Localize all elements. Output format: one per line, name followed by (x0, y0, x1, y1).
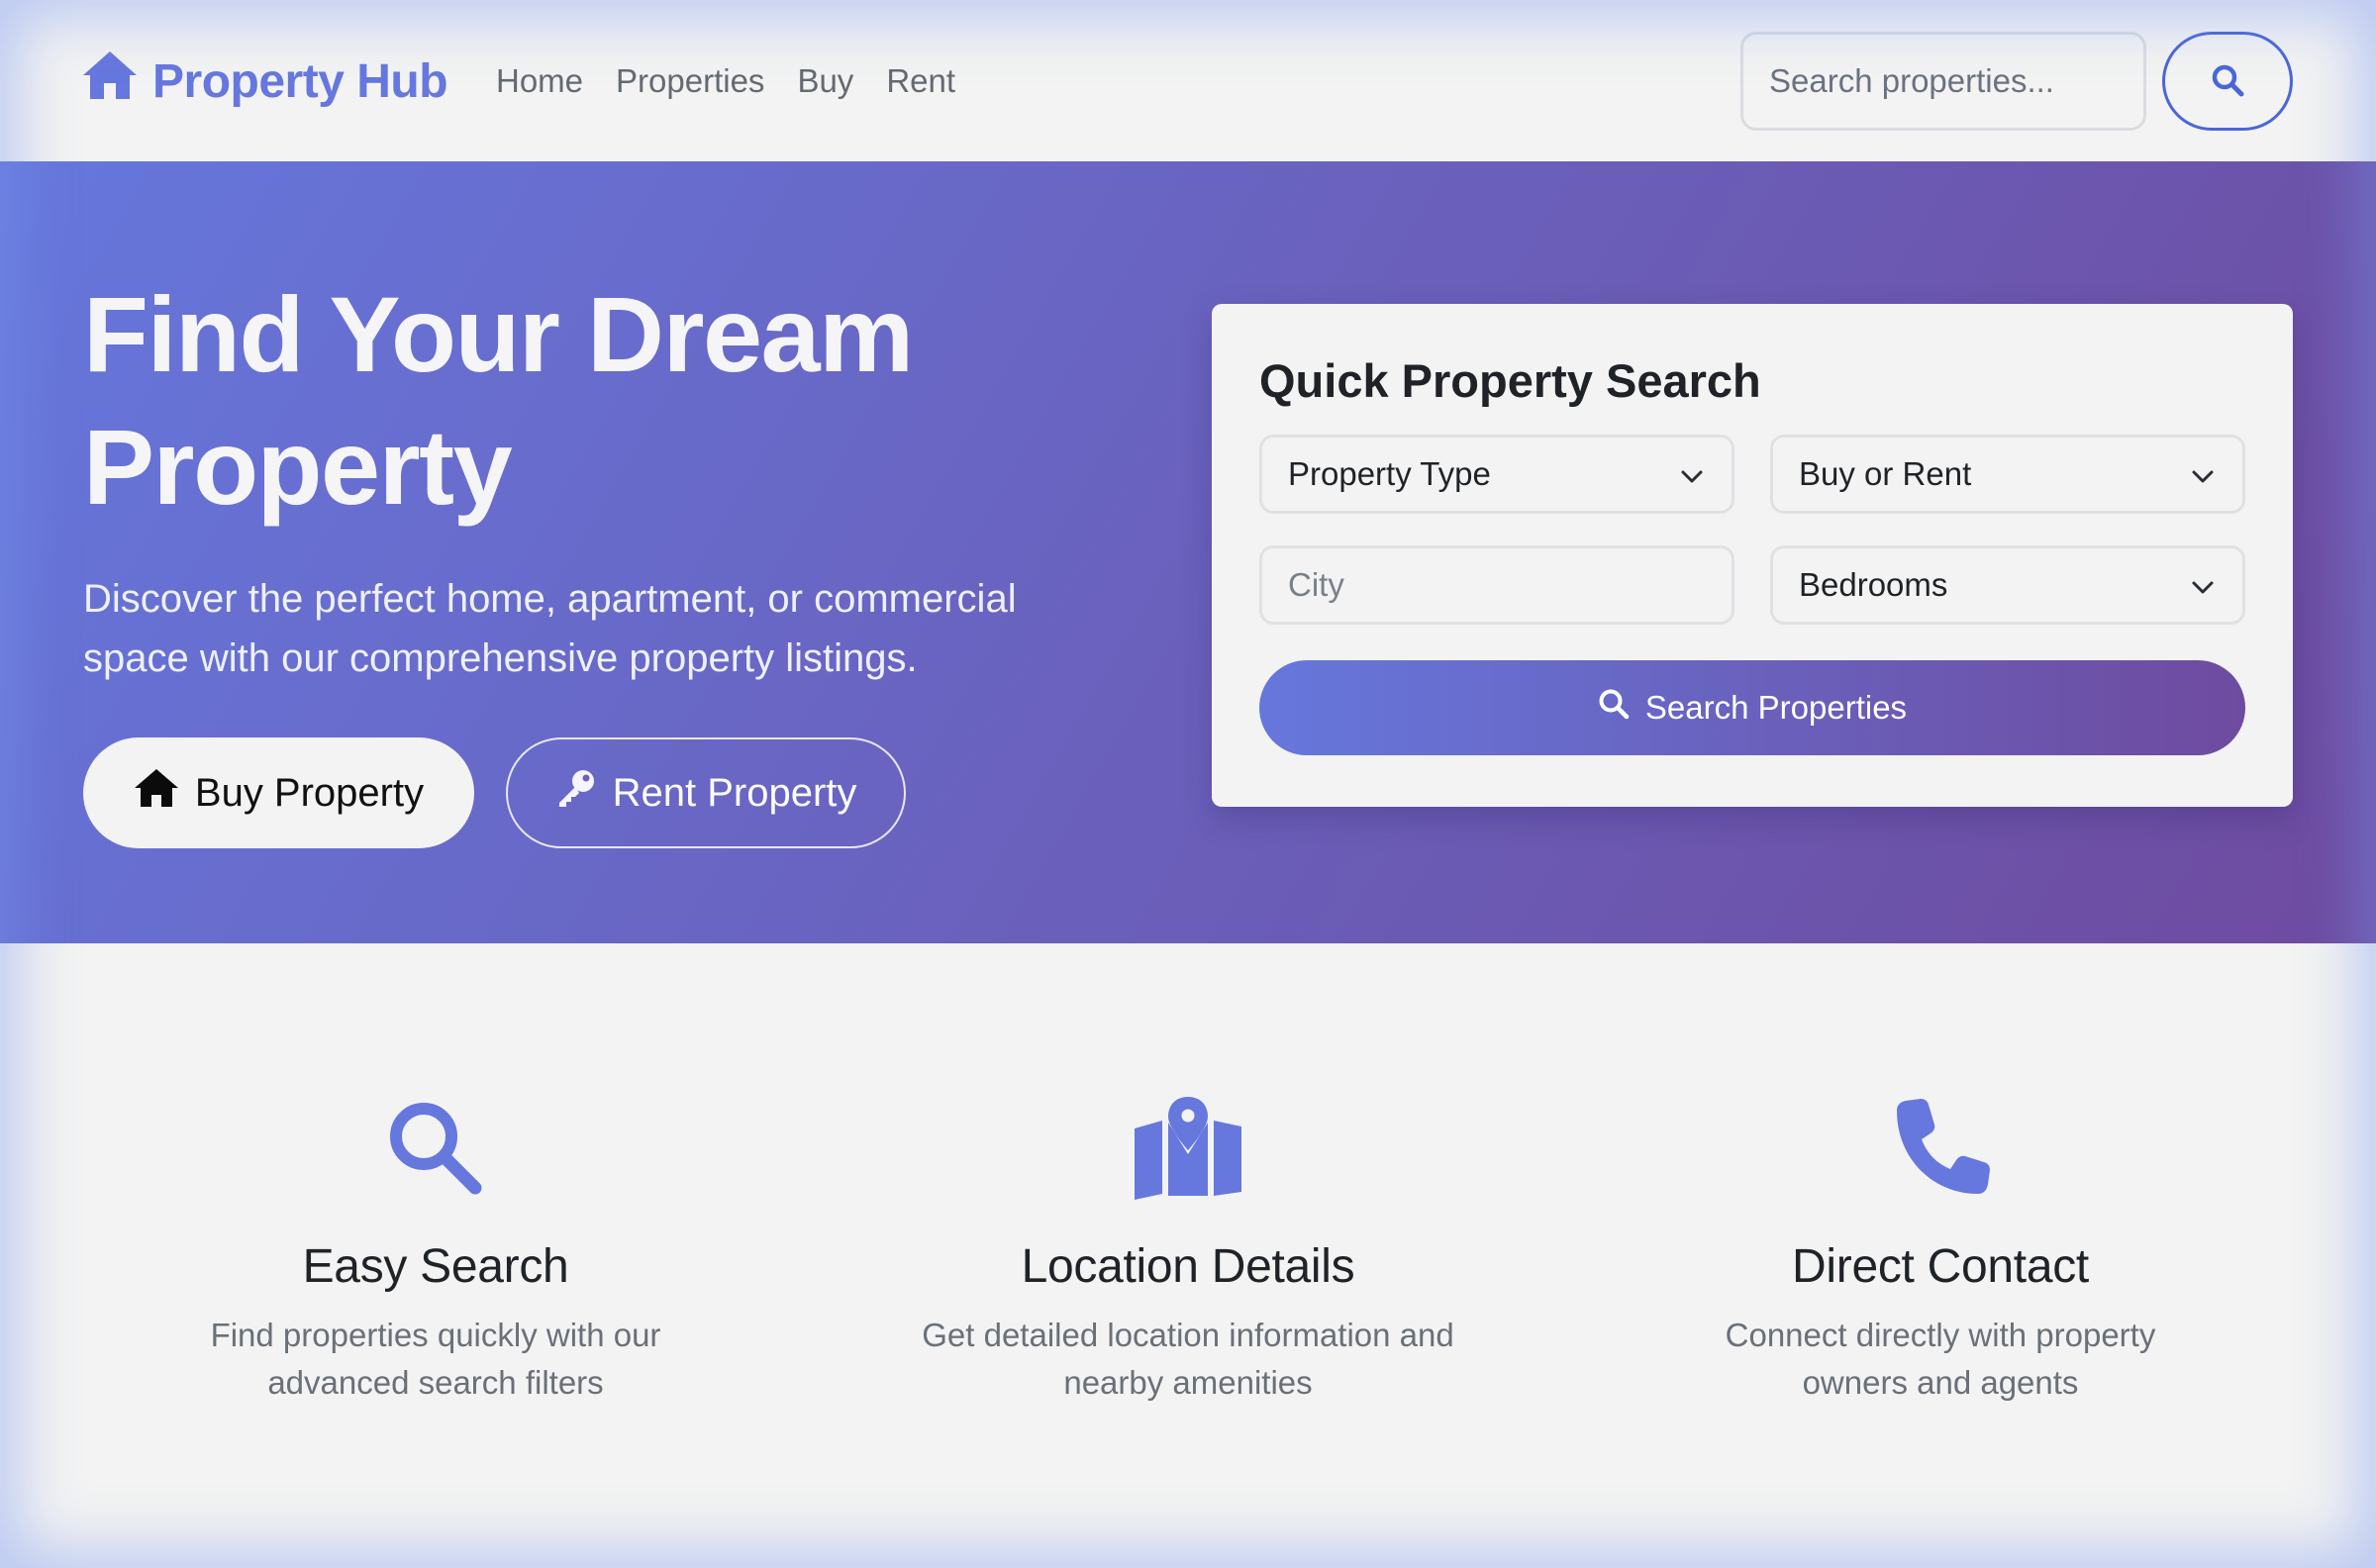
rent-property-button[interactable]: Rent Property (506, 737, 906, 848)
feature-title: Direct Contact (1792, 1240, 2089, 1293)
rent-property-label: Rent Property (612, 770, 857, 815)
quick-search-card: Quick Property Search Property Type Buy … (1212, 304, 2293, 807)
feature-description: Find properties quickly with our advance… (210, 1317, 661, 1401)
quick-search-title: Quick Property Search (1259, 354, 1761, 407)
property-type-value: Property Type (1288, 455, 1491, 492)
key-icon (555, 767, 597, 819)
feature-location-details: Location Details Get detailed location i… (842, 1097, 1534, 1407)
bedrooms-value: Bedrooms (1799, 566, 1948, 603)
navbar: Property Hub Home Properties Buy Rent (0, 0, 2376, 161)
chevron-down-icon (2191, 566, 2215, 604)
search-properties-label: Search Properties (1644, 689, 1908, 726)
nav-link-rent[interactable]: Rent (886, 62, 955, 100)
hero-section: Find Your Dream Property Discover the pe… (0, 161, 2376, 943)
house-icon (134, 768, 179, 818)
house-icon (81, 49, 139, 113)
property-type-select[interactable]: Property Type (1259, 435, 1734, 514)
buy-or-rent-select[interactable]: Buy or Rent (1770, 435, 2245, 514)
search-icon (1598, 688, 1630, 728)
feature-description: Get detailed location information and ne… (922, 1317, 1454, 1401)
search-icon (2211, 63, 2244, 100)
hero-title: Find Your Dream Property (83, 274, 914, 527)
feature-title: Location Details (1021, 1240, 1355, 1293)
nav-link-home[interactable]: Home (496, 62, 583, 100)
map-pin-icon (842, 1097, 1534, 1200)
main-nav: Home Properties Buy Rent (496, 57, 955, 105)
search-input[interactable] (1740, 32, 2146, 131)
feature-description: Connect directly with property owners an… (1725, 1317, 2156, 1401)
city-input[interactable] (1259, 545, 1734, 625)
buy-or-rent-value: Buy or Rent (1799, 455, 1972, 492)
hero-subtitle: Discover the perfect home, apartment, or… (83, 577, 1017, 680)
search-properties-button[interactable]: Search Properties (1259, 660, 2245, 755)
brand-name: Property Hub (152, 54, 448, 108)
bedrooms-select[interactable]: Bedrooms (1770, 545, 2245, 625)
feature-direct-contact: Direct Contact Connect directly with pro… (1594, 1097, 2287, 1407)
chevron-down-icon (2191, 455, 2215, 493)
chevron-down-icon (1680, 455, 1704, 493)
brand-logo[interactable]: Property Hub (81, 49, 448, 113)
feature-title: Easy Search (302, 1240, 569, 1293)
phone-icon (1594, 1097, 2287, 1200)
buy-property-button[interactable]: Buy Property (83, 737, 474, 848)
nav-link-buy[interactable]: Buy (797, 62, 853, 100)
nav-link-properties[interactable]: Properties (616, 62, 764, 100)
buy-property-label: Buy Property (194, 770, 425, 815)
magnifier-icon (89, 1097, 782, 1200)
feature-easy-search: Easy Search Find properties quickly with… (89, 1097, 782, 1407)
search-button[interactable] (2162, 32, 2293, 131)
